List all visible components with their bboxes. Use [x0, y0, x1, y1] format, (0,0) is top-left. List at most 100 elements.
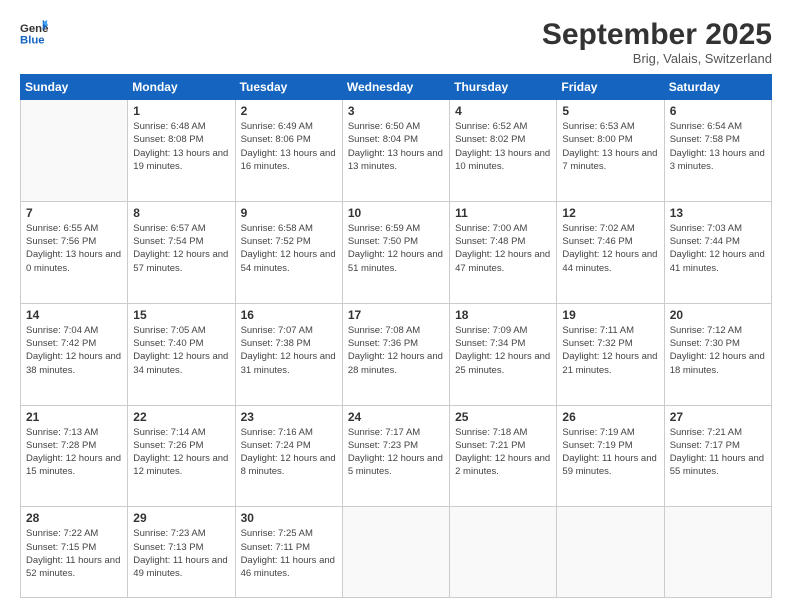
table-row: 21 Sunrise: 7:13 AM Sunset: 7:28 PM Dayli…	[21, 405, 128, 507]
table-row: 25Sunrise: 7:18 AM Sunset: 7:21 PM Dayli…	[450, 405, 557, 507]
day-number: 11	[455, 206, 551, 220]
table-row	[557, 507, 664, 598]
day-number: 1	[133, 104, 229, 118]
day-info: Sunrise: 7:13 AM Sunset: 7:28 PM Dayligh…	[26, 426, 122, 479]
day-info: Sunrise: 7:16 AM Sunset: 7:24 PM Dayligh…	[241, 426, 337, 479]
table-row: 22Sunrise: 7:14 AM Sunset: 7:26 PM Dayli…	[128, 405, 235, 507]
day-info: Sunrise: 7:19 AM Sunset: 7:19 PM Dayligh…	[562, 426, 658, 479]
day-number: 29	[133, 511, 229, 525]
day-number: 15	[133, 308, 229, 322]
day-number: 14	[26, 308, 122, 322]
day-info: Sunrise: 6:58 AM Sunset: 7:52 PM Dayligh…	[241, 222, 337, 275]
header-thursday: Thursday	[450, 75, 557, 100]
day-info: Sunrise: 6:59 AM Sunset: 7:50 PM Dayligh…	[348, 222, 444, 275]
day-info: Sunrise: 7:12 AM Sunset: 7:30 PM Dayligh…	[670, 324, 766, 377]
table-row: 27 Sunrise: 7:21 AM Sunset: 7:17 PM Dayli…	[664, 405, 771, 507]
table-row	[664, 507, 771, 598]
day-number: 27	[670, 410, 766, 424]
day-info: Sunrise: 7:17 AM Sunset: 7:23 PM Dayligh…	[348, 426, 444, 479]
day-number: 3	[348, 104, 444, 118]
table-row: 4 Sunrise: 6:52 AM Sunset: 8:02 PM Daylig…	[450, 100, 557, 202]
day-info: Sunrise: 7:04 AM Sunset: 7:42 PM Dayligh…	[26, 324, 122, 377]
day-number: 28	[26, 511, 122, 525]
header-sunday: Sunday	[21, 75, 128, 100]
day-number: 13	[670, 206, 766, 220]
table-row: 11 Sunrise: 7:00 AM Sunset: 7:48 PM Dayli…	[450, 201, 557, 303]
day-number: 21	[26, 410, 122, 424]
table-row: 12 Sunrise: 7:02 AM Sunset: 7:46 PM Dayli…	[557, 201, 664, 303]
day-info: Sunrise: 7:21 AM Sunset: 7:17 PM Dayligh…	[670, 426, 766, 479]
day-number: 6	[670, 104, 766, 118]
table-row: 8 Sunrise: 6:57 AM Sunset: 7:54 PM Daylig…	[128, 201, 235, 303]
table-row: 14 Sunrise: 7:04 AM Sunset: 7:42 PM Dayli…	[21, 303, 128, 405]
day-number: 2	[241, 104, 337, 118]
table-row: 23 Sunrise: 7:16 AM Sunset: 7:24 PM Dayli…	[235, 405, 342, 507]
table-row: 17 Sunrise: 7:08 AM Sunset: 7:36 PM Dayli…	[342, 303, 449, 405]
day-info: Sunrise: 7:03 AM Sunset: 7:44 PM Dayligh…	[670, 222, 766, 275]
table-row	[21, 100, 128, 202]
day-info: Sunrise: 7:14 AM Sunset: 7:26 PM Dayligh…	[133, 426, 229, 479]
day-info: Sunrise: 7:00 AM Sunset: 7:48 PM Dayligh…	[455, 222, 551, 275]
table-row: 9Sunrise: 6:58 AM Sunset: 7:52 PM Daylig…	[235, 201, 342, 303]
header-wednesday: Wednesday	[342, 75, 449, 100]
day-info: Sunrise: 7:07 AM Sunset: 7:38 PM Dayligh…	[241, 324, 337, 377]
day-number: 30	[241, 511, 337, 525]
table-row: 29 Sunrise: 7:23 AM Sunset: 7:13 PM Dayli…	[128, 507, 235, 598]
day-info: Sunrise: 7:25 AM Sunset: 7:11 PM Dayligh…	[241, 527, 337, 580]
day-number: 10	[348, 206, 444, 220]
day-info: Sunrise: 7:11 AM Sunset: 7:32 PM Dayligh…	[562, 324, 658, 377]
table-row: 2 Sunrise: 6:49 AM Sunset: 8:06 PM Daylig…	[235, 100, 342, 202]
day-info: Sunrise: 7:22 AM Sunset: 7:15 PM Dayligh…	[26, 527, 122, 580]
top-section: General Blue September 2025 Brig, Valais…	[20, 18, 772, 66]
weekday-header-row: Sunday Monday Tuesday Wednesday Thursday…	[21, 75, 772, 100]
day-number: 8	[133, 206, 229, 220]
table-row: 30 Sunrise: 7:25 AM Sunset: 7:11 PM Dayli…	[235, 507, 342, 598]
calendar-table: Sunday Monday Tuesday Wednesday Thursday…	[20, 74, 772, 598]
day-info: Sunrise: 6:48 AM Sunset: 8:08 PM Dayligh…	[133, 120, 229, 173]
table-row: 6Sunrise: 6:54 AM Sunset: 7:58 PM Daylig…	[664, 100, 771, 202]
day-number: 12	[562, 206, 658, 220]
header-friday: Friday	[557, 75, 664, 100]
table-row: 20 Sunrise: 7:12 AM Sunset: 7:30 PM Dayli…	[664, 303, 771, 405]
day-number: 20	[670, 308, 766, 322]
table-row: 5 Sunrise: 6:53 AM Sunset: 8:00 PM Daylig…	[557, 100, 664, 202]
table-row: 16 Sunrise: 7:07 AM Sunset: 7:38 PM Dayli…	[235, 303, 342, 405]
header-monday: Monday	[128, 75, 235, 100]
day-info: Sunrise: 6:57 AM Sunset: 7:54 PM Dayligh…	[133, 222, 229, 275]
table-row	[450, 507, 557, 598]
page: General Blue September 2025 Brig, Valais…	[0, 0, 792, 612]
day-number: 5	[562, 104, 658, 118]
day-info: Sunrise: 6:50 AM Sunset: 8:04 PM Dayligh…	[348, 120, 444, 173]
day-info: Sunrise: 7:05 AM Sunset: 7:40 PM Dayligh…	[133, 324, 229, 377]
location: Brig, Valais, Switzerland	[542, 51, 772, 66]
day-number: 18	[455, 308, 551, 322]
day-info: Sunrise: 6:49 AM Sunset: 8:06 PM Dayligh…	[241, 120, 337, 173]
day-number: 26	[562, 410, 658, 424]
header-saturday: Saturday	[664, 75, 771, 100]
table-row: 10 Sunrise: 6:59 AM Sunset: 7:50 PM Dayli…	[342, 201, 449, 303]
day-number: 23	[241, 410, 337, 424]
day-info: Sunrise: 6:52 AM Sunset: 8:02 PM Dayligh…	[455, 120, 551, 173]
day-number: 4	[455, 104, 551, 118]
day-number: 7	[26, 206, 122, 220]
day-info: Sunrise: 7:23 AM Sunset: 7:13 PM Dayligh…	[133, 527, 229, 580]
title-section: September 2025 Brig, Valais, Switzerland	[542, 18, 772, 66]
month-title: September 2025	[542, 18, 772, 51]
day-info: Sunrise: 6:53 AM Sunset: 8:00 PM Dayligh…	[562, 120, 658, 173]
table-row: 18 Sunrise: 7:09 AM Sunset: 7:34 PM Dayli…	[450, 303, 557, 405]
day-info: Sunrise: 7:02 AM Sunset: 7:46 PM Dayligh…	[562, 222, 658, 275]
day-info: Sunrise: 7:09 AM Sunset: 7:34 PM Dayligh…	[455, 324, 551, 377]
table-row: 7Sunrise: 6:55 AM Sunset: 7:56 PM Daylig…	[21, 201, 128, 303]
day-info: Sunrise: 7:08 AM Sunset: 7:36 PM Dayligh…	[348, 324, 444, 377]
logo: General Blue	[20, 18, 48, 46]
day-number: 19	[562, 308, 658, 322]
table-row: 13 Sunrise: 7:03 AM Sunset: 7:44 PM Dayli…	[664, 201, 771, 303]
day-number: 16	[241, 308, 337, 322]
day-number: 17	[348, 308, 444, 322]
header-tuesday: Tuesday	[235, 75, 342, 100]
table-row: 24 Sunrise: 7:17 AM Sunset: 7:23 PM Dayli…	[342, 405, 449, 507]
day-number: 24	[348, 410, 444, 424]
table-row: 19 Sunrise: 7:11 AM Sunset: 7:32 PM Dayli…	[557, 303, 664, 405]
table-row: 3 Sunrise: 6:50 AM Sunset: 8:04 PM Daylig…	[342, 100, 449, 202]
table-row: 28 Sunrise: 7:22 AM Sunset: 7:15 PM Dayli…	[21, 507, 128, 598]
